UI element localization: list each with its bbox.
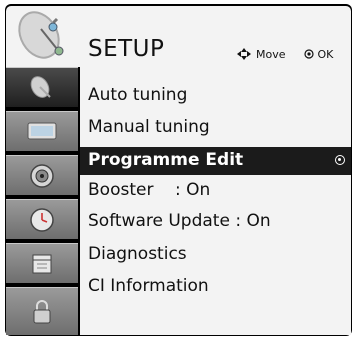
speaker-icon [30,163,54,188]
menu-item-booster[interactable]: Booster [88,180,153,200]
sidebar-item-picture[interactable] [6,111,78,151]
ok-radio-icon [335,155,345,165]
booster-value: : On [175,180,211,200]
menu-item-software-update[interactable]: Software Update : On [88,211,271,231]
satellite-dish-icon [18,11,64,59]
sidebar [6,67,78,335]
menu-item-auto-tuning[interactable]: Auto tuning [88,85,187,105]
satellite-dish-icon [30,75,51,98]
menu-item-label: Programme Edit [88,150,244,170]
sidebar-item-setup[interactable] [6,67,78,107]
move-hint-label: Move [256,47,286,61]
calendar-icon [32,254,52,273]
menu-item-programme-edit[interactable]: Programme Edit [80,147,351,175]
nav-hints: Move OK [236,47,333,61]
ok-hint-label: OK [317,47,334,61]
menu-item-ci-information[interactable]: CI Information [88,276,209,296]
menu-item-diagnostics[interactable]: Diagnostics [88,244,187,264]
ok-radio-icon [303,49,314,59]
clock-icon [30,207,54,232]
sidebar-item-audio[interactable] [6,155,78,195]
menu-item-manual-tuning[interactable]: Manual tuning [88,117,210,137]
move-arrows-icon [237,48,251,60]
sidebar-item-lock[interactable] [6,287,78,335]
sidebar-item-time[interactable] [6,199,78,239]
sidebar-item-option[interactable] [6,243,78,283]
page-title: SETUP [88,36,165,62]
tv-screen-icon [27,122,57,139]
lock-icon [33,299,51,323]
